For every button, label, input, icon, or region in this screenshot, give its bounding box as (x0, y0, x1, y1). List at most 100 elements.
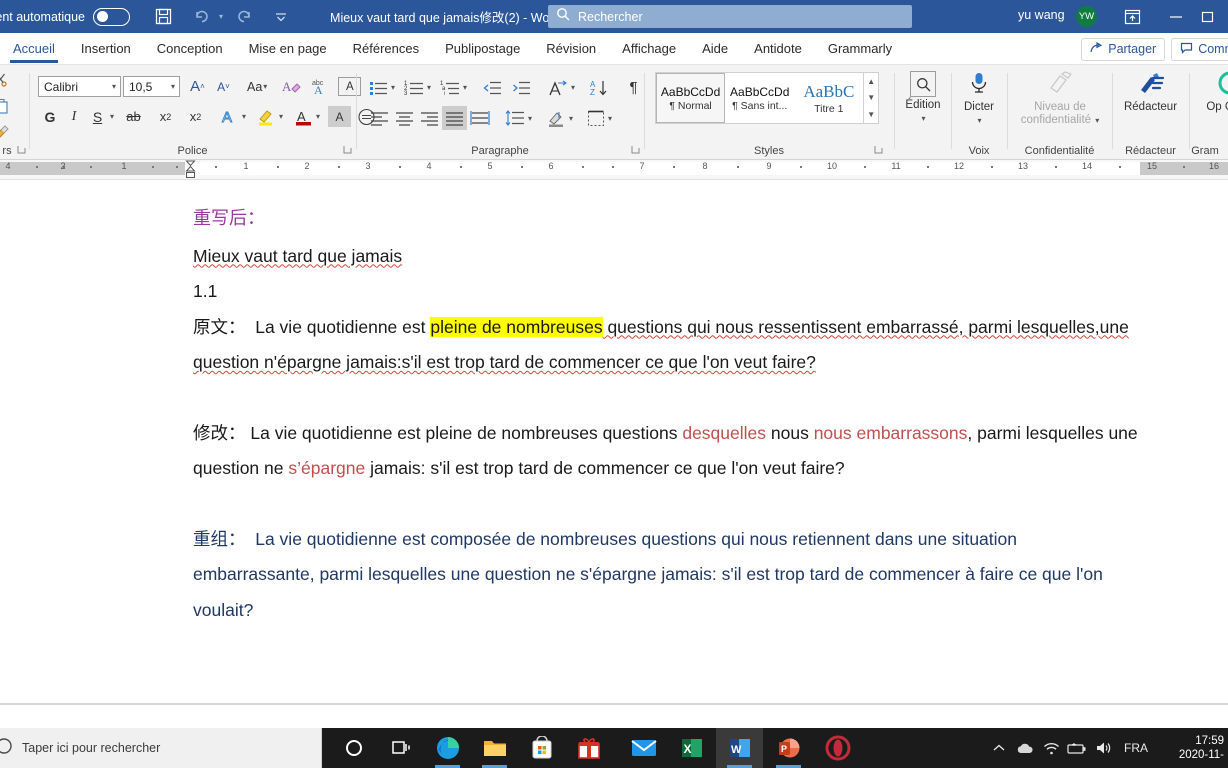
tab-mise-en-page[interactable]: Mise en page (236, 33, 340, 65)
bullet-list-icon[interactable] (367, 76, 390, 99)
undo-icon[interactable] (188, 2, 218, 32)
tab-insertion[interactable]: Insertion (68, 33, 144, 65)
styles-more-icon[interactable]: ▼ (867, 110, 875, 119)
wifi-icon[interactable] (1038, 728, 1064, 768)
taskbar-app-powerpoint[interactable]: P (765, 728, 812, 768)
subscript-button[interactable]: x2 (154, 105, 177, 128)
cloud-icon[interactable] (1012, 728, 1038, 768)
redo-icon[interactable] (228, 2, 258, 32)
tab-publipostage[interactable]: Publipostage (432, 33, 533, 65)
clock[interactable]: 17:59 2020-11- (1156, 734, 1228, 762)
taskbar-cortana-button[interactable] (330, 728, 377, 768)
search-box[interactable]: Rechercher (548, 5, 912, 28)
document-canvas[interactable]: 重写后： Mieux vaut tard que jamais 1.1 原文： … (0, 181, 1228, 706)
numbering-caret-icon[interactable]: ▾ (427, 83, 431, 92)
taskbar-app-file-explorer[interactable] (471, 728, 518, 768)
taskbar-app-microsoft-edge[interactable] (424, 728, 471, 768)
tab-grammarly[interactable]: Grammarly (815, 33, 905, 65)
text-effects-caret-icon[interactable]: ▾ (242, 112, 246, 121)
justify-icon[interactable] (442, 106, 467, 130)
style-sans-interligne[interactable]: AaBbCcDd ¶ Sans int... (725, 73, 794, 123)
taskbar-app-word[interactable]: W (716, 728, 763, 768)
tab-aide[interactable]: Aide (689, 33, 741, 65)
document-text[interactable]: 重写后： Mieux vaut tard que jamais 1.1 原文： … (193, 201, 1138, 628)
style-titre-1[interactable]: AaBbC Titre 1 (794, 73, 863, 123)
character-shading-button[interactable]: A (328, 106, 352, 127)
font-color-icon[interactable]: A (292, 105, 315, 128)
speaker-icon[interactable] (1090, 728, 1116, 768)
comments-button[interactable]: Comm (1171, 37, 1228, 61)
shrink-font-button[interactable]: A ˅ (212, 75, 235, 98)
styles-dialog-launcher[interactable] (874, 145, 883, 157)
font-color-caret-icon[interactable]: ▾ (316, 112, 320, 121)
undo-caret-icon[interactable]: ▾ (219, 12, 223, 21)
copy-icon[interactable] (0, 93, 14, 119)
tab-accueil[interactable]: Accueil (0, 33, 68, 65)
change-case-button[interactable]: Aa ▾ (245, 75, 269, 98)
taskbar-app-mail[interactable] (620, 728, 667, 768)
indent-marker-icon[interactable] (185, 160, 196, 178)
distributed-icon[interactable] (467, 107, 492, 130)
underline-caret-icon[interactable]: ▾ (110, 112, 114, 121)
ribbon-display-options-icon[interactable] (1110, 0, 1154, 33)
tab-revision[interactable]: Révision (533, 33, 609, 65)
styles-scroll-up-icon[interactable]: ▲ (867, 77, 875, 86)
phonetic-guide-icon[interactable]: abc A (308, 75, 332, 98)
style-normal[interactable]: AaBbCcDd ¶ Normal (656, 73, 726, 123)
line-spacing-caret-icon[interactable]: ▾ (528, 114, 532, 123)
borders-caret-icon[interactable]: ▾ (608, 114, 612, 123)
asian-layout-caret-icon[interactable]: ▾ (571, 83, 575, 92)
italic-button[interactable]: I (62, 105, 86, 128)
taskbar-search[interactable]: Taper ici pour rechercher (0, 728, 322, 768)
tab-antidote[interactable]: Antidote (741, 33, 815, 65)
taskbar-app-microsoft-store[interactable] (518, 728, 565, 768)
align-left-icon[interactable] (367, 107, 392, 130)
shading-caret-icon[interactable]: ▾ (569, 114, 573, 123)
decrease-indent-icon[interactable] (481, 76, 504, 99)
language-indicator[interactable]: FRA (1116, 741, 1156, 755)
multilevel-list-icon[interactable]: 1ai (438, 76, 462, 99)
customize-quick-access-icon[interactable] (266, 2, 296, 32)
save-icon[interactable] (148, 2, 178, 32)
grammarly-button[interactable]: Op Gram (1200, 71, 1228, 114)
editing-caret-icon[interactable]: ▾ (921, 114, 925, 123)
clear-formatting-icon[interactable]: A (280, 75, 304, 98)
format-painter-icon[interactable] (0, 119, 14, 145)
user-name[interactable]: yu wang (1018, 8, 1065, 22)
sort-icon[interactable]: AZ (588, 76, 611, 99)
increase-indent-icon[interactable] (510, 76, 533, 99)
asian-layout-icon[interactable] (546, 76, 570, 99)
bullets-caret-icon[interactable]: ▾ (391, 83, 395, 92)
document-page[interactable]: 重写后： Mieux vaut tard que jamais 1.1 原文： … (0, 181, 1228, 706)
sensitivity-button[interactable]: Niveau de confidentialité ▾ (1014, 71, 1106, 128)
autosave-toggle[interactable] (93, 7, 131, 26)
tab-conception[interactable]: Conception (144, 33, 236, 65)
minimize-button[interactable] (1154, 0, 1198, 33)
styles-gallery[interactable]: AaBbCcDd ¶ Normal AaBbCcDd ¶ Sans int...… (655, 72, 879, 124)
align-right-icon[interactable] (417, 107, 442, 130)
battery-icon[interactable] (1064, 728, 1090, 768)
strikethrough-button[interactable]: ab (122, 105, 145, 128)
taskbar-app-excel[interactable]: X (668, 728, 715, 768)
bold-button[interactable]: G (38, 105, 62, 128)
highlight-caret-icon[interactable]: ▾ (279, 112, 283, 121)
superscript-button[interactable]: x2 (184, 105, 207, 128)
taskbar-app-opera-gx[interactable] (814, 728, 861, 768)
styles-scrollbar[interactable]: ▲ ▼ ▼ (863, 73, 878, 123)
horizontal-ruler[interactable]: 4 2 1 1 2 3 4 5 6 7 8 9 10 11 12 13 14 1… (0, 160, 1228, 180)
shading-icon[interactable] (545, 107, 568, 130)
align-center-icon[interactable] (392, 107, 417, 130)
borders-icon[interactable] (584, 107, 607, 130)
avatar[interactable]: YW (1076, 6, 1097, 27)
grow-font-button[interactable]: A ˄ (186, 75, 209, 98)
tab-references[interactable]: Références (340, 33, 432, 65)
tab-affichage[interactable]: Affichage (609, 33, 689, 65)
styles-scroll-down-icon[interactable]: ▼ (867, 93, 875, 102)
dictate-button[interactable]: Dicter ▾ (956, 71, 1002, 126)
editing-button[interactable]: Édition ▾ (901, 71, 945, 123)
editor-button[interactable]: Rédacteur (1117, 71, 1184, 114)
font-dialog-launcher[interactable] (343, 145, 352, 157)
line-spacing-icon[interactable] (503, 107, 527, 130)
task-view-icon[interactable] (377, 728, 424, 768)
show-formatting-marks-button[interactable]: ¶ (622, 76, 645, 99)
